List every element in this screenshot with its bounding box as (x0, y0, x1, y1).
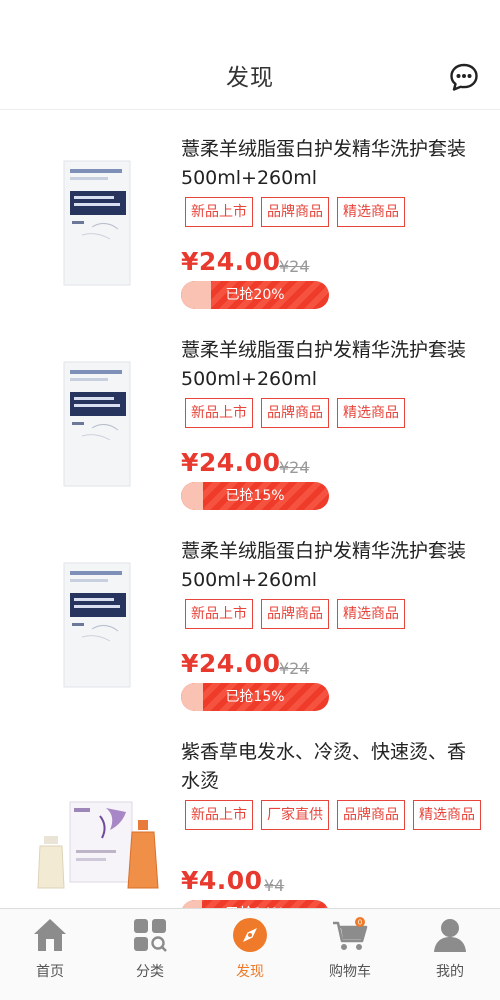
sold-progress-label: 已抢15% (225, 689, 285, 705)
original-price: ¥24 (279, 659, 310, 678)
top-nav-bar: 发现 (0, 0, 500, 110)
category-icon (134, 919, 167, 952)
sold-progress-label: 已抢14% (181, 900, 329, 908)
cart-badge: 0 (358, 919, 362, 927)
product-tags: 新品上市 品牌商品 精选商品 (185, 398, 405, 428)
product-tags: 新品上市 品牌商品 精选商品 (185, 197, 405, 227)
tag-badge: 新品上市 (185, 800, 253, 830)
tag-badge: 新品上市 (185, 599, 253, 629)
home-icon (34, 919, 66, 951)
page-title: 发现 (226, 65, 274, 91)
tag-badge: 精选商品 (337, 197, 405, 227)
product-item[interactable]: 薏柔羊绒脂蛋白护发精华洗护套装500ml+260ml 新品上市 品牌商品 精选商… (0, 111, 500, 312)
tag-badge: 品牌商品 (261, 599, 329, 629)
tag-badge: 精选商品 (337, 398, 405, 428)
product-price: ¥4.00 (181, 866, 263, 895)
product-tags: 新品上市 品牌商品 精选商品 (185, 599, 405, 629)
tab-home[interactable]: 首页 (0, 909, 100, 1000)
tab-discover[interactable]: 发现 (200, 909, 300, 1000)
tab-label: 分类 (136, 964, 164, 980)
sold-progress-bar: 已抢15% (181, 482, 329, 510)
tab-label: 购物车 (329, 964, 371, 980)
chat-bubble-icon[interactable] (449, 62, 479, 92)
product-item[interactable]: 薏柔羊绒脂蛋白护发精华洗护套装500ml+260ml 新品上市 品牌商品 精选商… (0, 312, 500, 513)
tag-badge: 新品上市 (185, 197, 253, 227)
tag-badge: 精选商品 (337, 599, 405, 629)
product-name[interactable]: 薏柔羊绒脂蛋白护发精华洗护套装500ml+260ml (181, 135, 481, 193)
product-image[interactable] (30, 553, 170, 693)
sold-progress-label: 已抢20% (225, 287, 285, 303)
product-item[interactable]: 紫香草电发水、冷烫、快速烫、香水烫 新品上市 厂家直供 品牌商品 精选商品 ¥4… (0, 714, 500, 908)
product-name[interactable]: 紫香草电发水、冷烫、快速烫、香水烫 (181, 738, 481, 796)
original-price: ¥4 (264, 876, 285, 895)
tag-badge: 品牌商品 (337, 800, 405, 830)
compass-icon (233, 918, 267, 952)
original-price: ¥24 (279, 257, 310, 276)
product-list[interactable]: 薏柔羊绒脂蛋白护发精华洗护套装500ml+260ml 新品上市 品牌商品 精选商… (0, 111, 500, 908)
tab-label: 首页 (36, 964, 64, 980)
product-price: ¥24.00 (181, 247, 281, 276)
product-item[interactable]: 薏柔羊绒脂蛋白护发精华洗护套装500ml+260ml 新品上市 品牌商品 精选商… (0, 513, 500, 714)
product-price: ¥24.00 (181, 649, 281, 678)
product-image[interactable] (30, 754, 170, 894)
sold-progress-bar: 已抢20% (181, 281, 329, 309)
tag-badge: 精选商品 (413, 800, 481, 830)
product-image[interactable] (30, 151, 170, 291)
sold-progress-bar: 已抢15% (181, 683, 329, 711)
tab-label: 我的 (436, 964, 464, 980)
product-name[interactable]: 薏柔羊绒脂蛋白护发精华洗护套装500ml+260ml (181, 336, 481, 394)
product-tags: 新品上市 厂家直供 品牌商品 精选商品 (185, 800, 481, 830)
tab-profile[interactable]: 我的 (400, 909, 500, 1000)
product-image[interactable] (30, 352, 170, 492)
tab-cart[interactable]: 0 购物车 (300, 909, 400, 1000)
tag-badge: 新品上市 (185, 398, 253, 428)
tab-label: 发现 (236, 964, 264, 980)
sold-progress-bar: 已抢14% (181, 900, 329, 908)
sold-progress-label: 已抢15% (225, 488, 285, 504)
tag-badge: 品牌商品 (261, 398, 329, 428)
tag-badge: 厂家直供 (261, 800, 329, 830)
bottom-tab-bar: 首页 分类 发现 0 购物车 我的 (0, 908, 500, 1000)
product-name[interactable]: 薏柔羊绒脂蛋白护发精华洗护套装500ml+260ml (181, 537, 481, 595)
cart-icon: 0 (333, 917, 368, 950)
tag-badge: 品牌商品 (261, 197, 329, 227)
user-icon (434, 919, 466, 952)
original-price: ¥24 (279, 458, 310, 477)
product-price: ¥24.00 (181, 448, 281, 477)
tab-category[interactable]: 分类 (100, 909, 200, 1000)
